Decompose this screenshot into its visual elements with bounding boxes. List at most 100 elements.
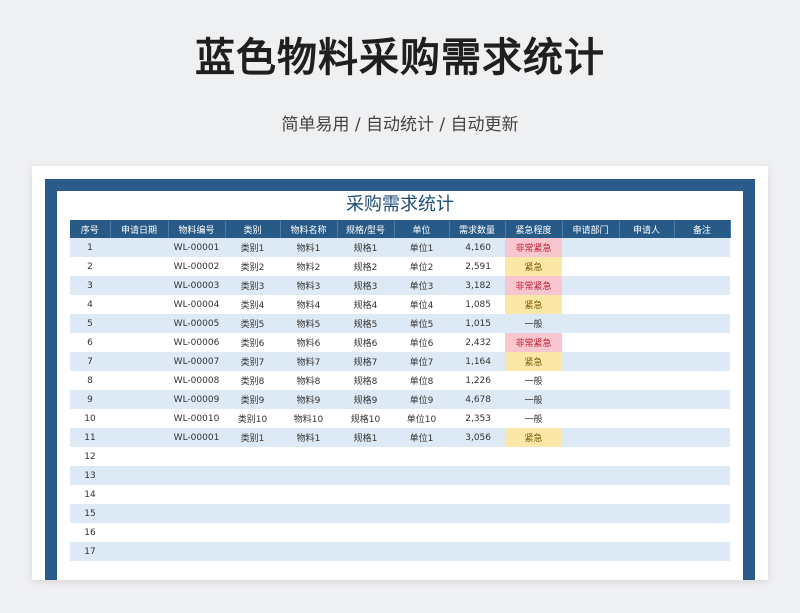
table-cell[interactable]	[562, 314, 619, 333]
table-cell[interactable]	[337, 466, 394, 485]
table-cell[interactable]: 物料5	[280, 314, 337, 333]
table-cell[interactable]: 4	[70, 295, 110, 314]
column-header[interactable]: 规格/型号	[337, 220, 395, 238]
table-cell[interactable]: 13	[70, 466, 110, 485]
table-cell[interactable]	[674, 238, 730, 257]
table-cell[interactable]	[619, 390, 674, 409]
table-cell[interactable]: 物料1	[280, 428, 337, 447]
column-header[interactable]: 紧急程度	[505, 220, 563, 238]
table-cell[interactable]: 1,226	[449, 371, 505, 390]
table-cell[interactable]	[280, 504, 337, 523]
table-cell[interactable]: 类别7	[225, 352, 280, 371]
table-cell[interactable]	[562, 333, 619, 352]
table-cell[interactable]	[674, 523, 730, 542]
table-cell[interactable]: 规格3	[337, 276, 394, 295]
table-cell[interactable]	[562, 523, 619, 542]
table-cell[interactable]: 15	[70, 504, 110, 523]
table-cell[interactable]	[110, 295, 168, 314]
table-cell[interactable]	[562, 466, 619, 485]
table-cell[interactable]: 5	[70, 314, 110, 333]
table-cell[interactable]: 类别1	[225, 428, 280, 447]
table-cell[interactable]: 类别10	[225, 409, 280, 428]
table-cell[interactable]	[280, 466, 337, 485]
table-cell[interactable]: 2,432	[449, 333, 505, 352]
table-cell[interactable]: 14	[70, 485, 110, 504]
table-cell[interactable]: 1,085	[449, 295, 505, 314]
table-cell[interactable]	[110, 352, 168, 371]
table-cell[interactable]: 类别6	[225, 333, 280, 352]
table-cell[interactable]	[619, 238, 674, 257]
table-cell[interactable]: 类别9	[225, 390, 280, 409]
table-cell[interactable]	[562, 504, 619, 523]
table-cell[interactable]	[619, 485, 674, 504]
table-cell[interactable]: WL-00005	[168, 314, 225, 333]
table-cell[interactable]: 3,056	[449, 428, 505, 447]
table-cell[interactable]: 12	[70, 447, 110, 466]
table-cell[interactable]: 规格2	[337, 257, 394, 276]
table-cell[interactable]	[168, 504, 225, 523]
table-cell[interactable]: 规格8	[337, 371, 394, 390]
table-cell[interactable]	[394, 504, 449, 523]
table-cell[interactable]	[505, 523, 562, 542]
column-header[interactable]: 备注	[674, 220, 731, 238]
table-cell[interactable]	[168, 485, 225, 504]
table-cell[interactable]	[110, 504, 168, 523]
table-cell[interactable]: 2,353	[449, 409, 505, 428]
column-header[interactable]: 申请人	[619, 220, 675, 238]
table-cell[interactable]	[619, 428, 674, 447]
table-cell[interactable]: 一般	[505, 409, 562, 428]
table-cell[interactable]	[449, 542, 505, 561]
table-cell[interactable]: 规格10	[337, 409, 394, 428]
table-cell[interactable]	[619, 314, 674, 333]
column-header[interactable]: 物料编号	[168, 220, 226, 238]
table-cell[interactable]: 规格7	[337, 352, 394, 371]
table-cell[interactable]: 16	[70, 523, 110, 542]
table-cell[interactable]: 单位4	[394, 295, 449, 314]
table-cell[interactable]	[562, 371, 619, 390]
table-cell[interactable]	[674, 276, 730, 295]
table-cell[interactable]	[562, 276, 619, 295]
table-cell[interactable]	[619, 295, 674, 314]
table-cell[interactable]	[674, 542, 730, 561]
table-cell[interactable]	[225, 485, 280, 504]
table-cell[interactable]	[562, 542, 619, 561]
table-cell[interactable]	[674, 390, 730, 409]
table-cell[interactable]	[337, 523, 394, 542]
table-cell[interactable]: 规格5	[337, 314, 394, 333]
table-cell[interactable]: WL-00007	[168, 352, 225, 371]
table-cell[interactable]: 物料2	[280, 257, 337, 276]
table-cell[interactable]: 单位6	[394, 333, 449, 352]
table-cell[interactable]: 单位1	[394, 428, 449, 447]
table-cell[interactable]	[562, 257, 619, 276]
table-cell[interactable]: WL-00008	[168, 371, 225, 390]
column-header[interactable]: 类别	[225, 220, 281, 238]
column-header[interactable]: 需求数量	[449, 220, 506, 238]
table-cell[interactable]	[110, 276, 168, 295]
table-cell[interactable]	[562, 352, 619, 371]
table-cell[interactable]	[562, 447, 619, 466]
table-cell[interactable]: 紧急	[505, 295, 562, 314]
table-cell[interactable]	[674, 314, 730, 333]
table-cell[interactable]	[619, 466, 674, 485]
table-cell[interactable]: 一般	[505, 371, 562, 390]
table-cell[interactable]	[394, 542, 449, 561]
table-cell[interactable]	[168, 447, 225, 466]
table-cell[interactable]: WL-00001	[168, 238, 225, 257]
table-cell[interactable]	[337, 485, 394, 504]
table-cell[interactable]: 一般	[505, 314, 562, 333]
table-cell[interactable]: WL-00001	[168, 428, 225, 447]
table-cell[interactable]: 11	[70, 428, 110, 447]
table-cell[interactable]: 8	[70, 371, 110, 390]
table-cell[interactable]	[225, 447, 280, 466]
table-cell[interactable]: 物料7	[280, 352, 337, 371]
table-cell[interactable]	[505, 485, 562, 504]
table-cell[interactable]	[619, 504, 674, 523]
table-cell[interactable]	[225, 504, 280, 523]
column-header[interactable]: 单位	[394, 220, 450, 238]
table-cell[interactable]: 1,164	[449, 352, 505, 371]
table-cell[interactable]	[110, 314, 168, 333]
table-cell[interactable]	[619, 352, 674, 371]
table-cell[interactable]	[110, 428, 168, 447]
table-cell[interactable]	[280, 485, 337, 504]
table-cell[interactable]: 4,160	[449, 238, 505, 257]
